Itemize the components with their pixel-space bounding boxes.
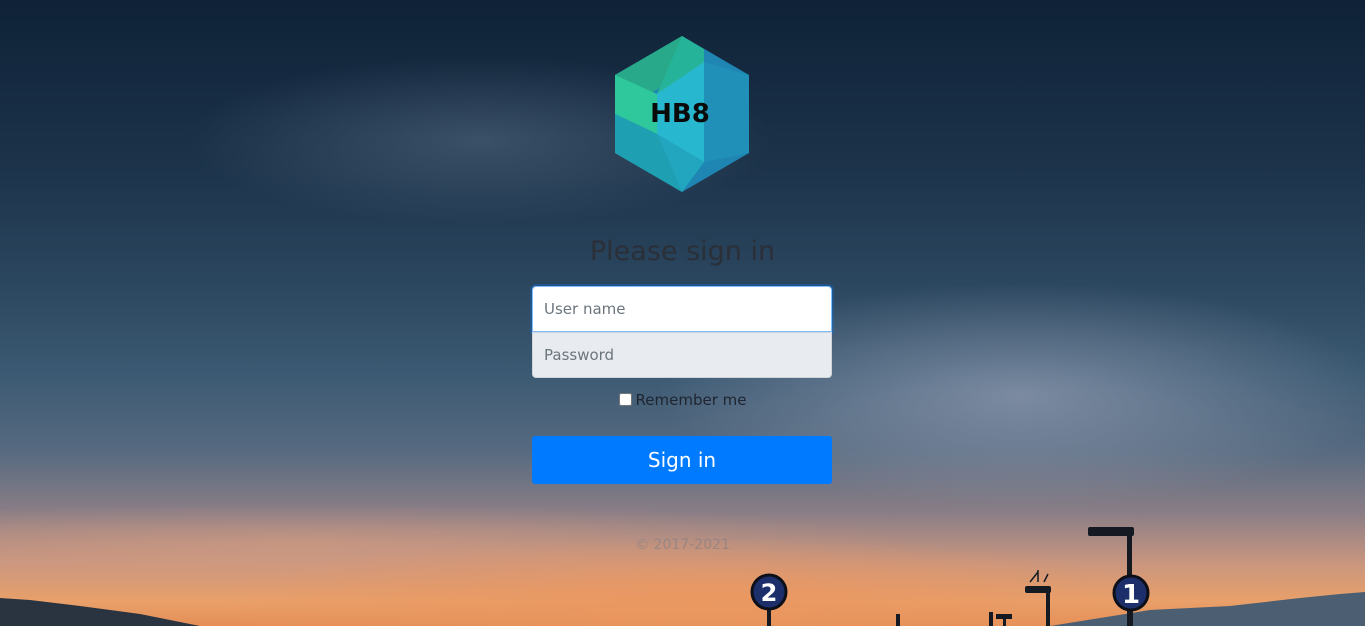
remember-me-row: Remember me bbox=[0, 391, 1365, 409]
sign-1 bbox=[1112, 574, 1150, 626]
password-input[interactable] bbox=[532, 332, 832, 378]
hb8-logo: HB8 bbox=[615, 36, 749, 192]
sign-in-button[interactable]: Sign in bbox=[532, 436, 832, 484]
hills-right bbox=[1050, 592, 1365, 626]
hills-left bbox=[0, 598, 200, 626]
copyright-text: © 2017-2021 bbox=[635, 537, 730, 553]
logo-text: HB8 bbox=[650, 99, 710, 129]
page-title: Please sign in bbox=[589, 236, 776, 267]
remember-me-label: Remember me bbox=[635, 391, 747, 409]
remember-me-checkbox[interactable] bbox=[618, 393, 632, 406]
sign-2-number: 2 bbox=[761, 579, 778, 607]
sign-1-number: 1 bbox=[1122, 580, 1140, 610]
lamp-post-short bbox=[1025, 570, 1051, 626]
lamp-post-small bbox=[896, 612, 1012, 626]
sign-2 bbox=[750, 573, 788, 626]
username-input[interactable] bbox=[532, 286, 832, 332]
